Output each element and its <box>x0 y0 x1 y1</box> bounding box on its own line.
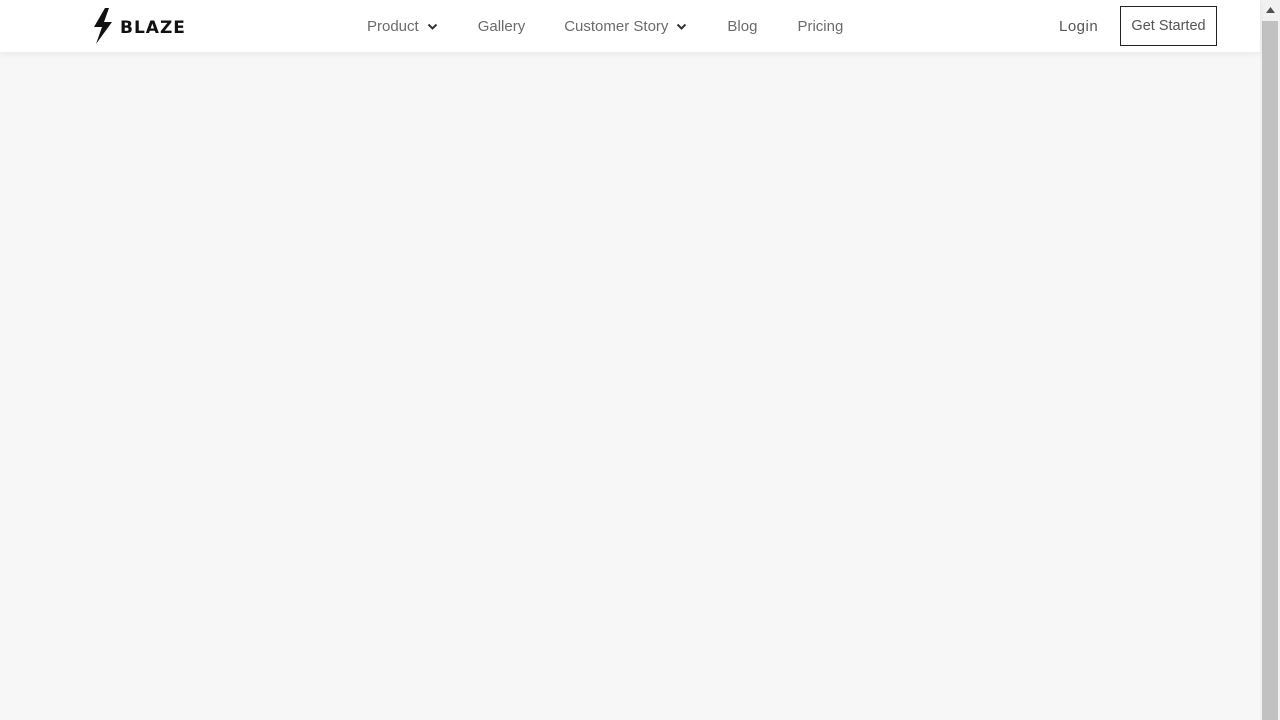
nav-item-blog[interactable]: Blog <box>727 0 757 52</box>
nav-item-label: Pricing <box>797 17 844 35</box>
nav-item-pricing[interactable]: Pricing <box>797 0 843 52</box>
main-nav: Product Gallery Customer Story Blog Pric… <box>367 0 843 52</box>
nav-item-gallery[interactable]: Gallery <box>478 0 526 52</box>
nav-item-label: Blog <box>727 17 758 35</box>
nav-item-product[interactable]: Product <box>367 0 438 52</box>
scrollbar-thumb[interactable] <box>1262 21 1278 720</box>
chevron-down-icon <box>676 18 687 35</box>
get-started-button[interactable]: Get Started <box>1120 6 1217 46</box>
nav-item-label: Product <box>367 17 419 35</box>
nav-item-customer-story[interactable]: Customer Story <box>564 0 687 52</box>
brand-name: BLAZE <box>120 17 186 38</box>
scroll-up-arrow-icon[interactable] <box>1260 0 1280 20</box>
brand-logo[interactable]: BLAZE <box>92 8 186 44</box>
page-body <box>0 0 1260 720</box>
nav-item-label: Gallery <box>477 17 526 35</box>
vertical-scrollbar[interactable] <box>1260 0 1280 720</box>
login-link[interactable]: Login <box>1059 0 1098 52</box>
nav-item-label: Customer Story <box>564 17 669 35</box>
chevron-down-icon <box>427 18 438 35</box>
lightning-bolt-icon <box>92 8 114 44</box>
site-header: BLAZE Product Gallery Customer Story Blo… <box>0 0 1260 52</box>
